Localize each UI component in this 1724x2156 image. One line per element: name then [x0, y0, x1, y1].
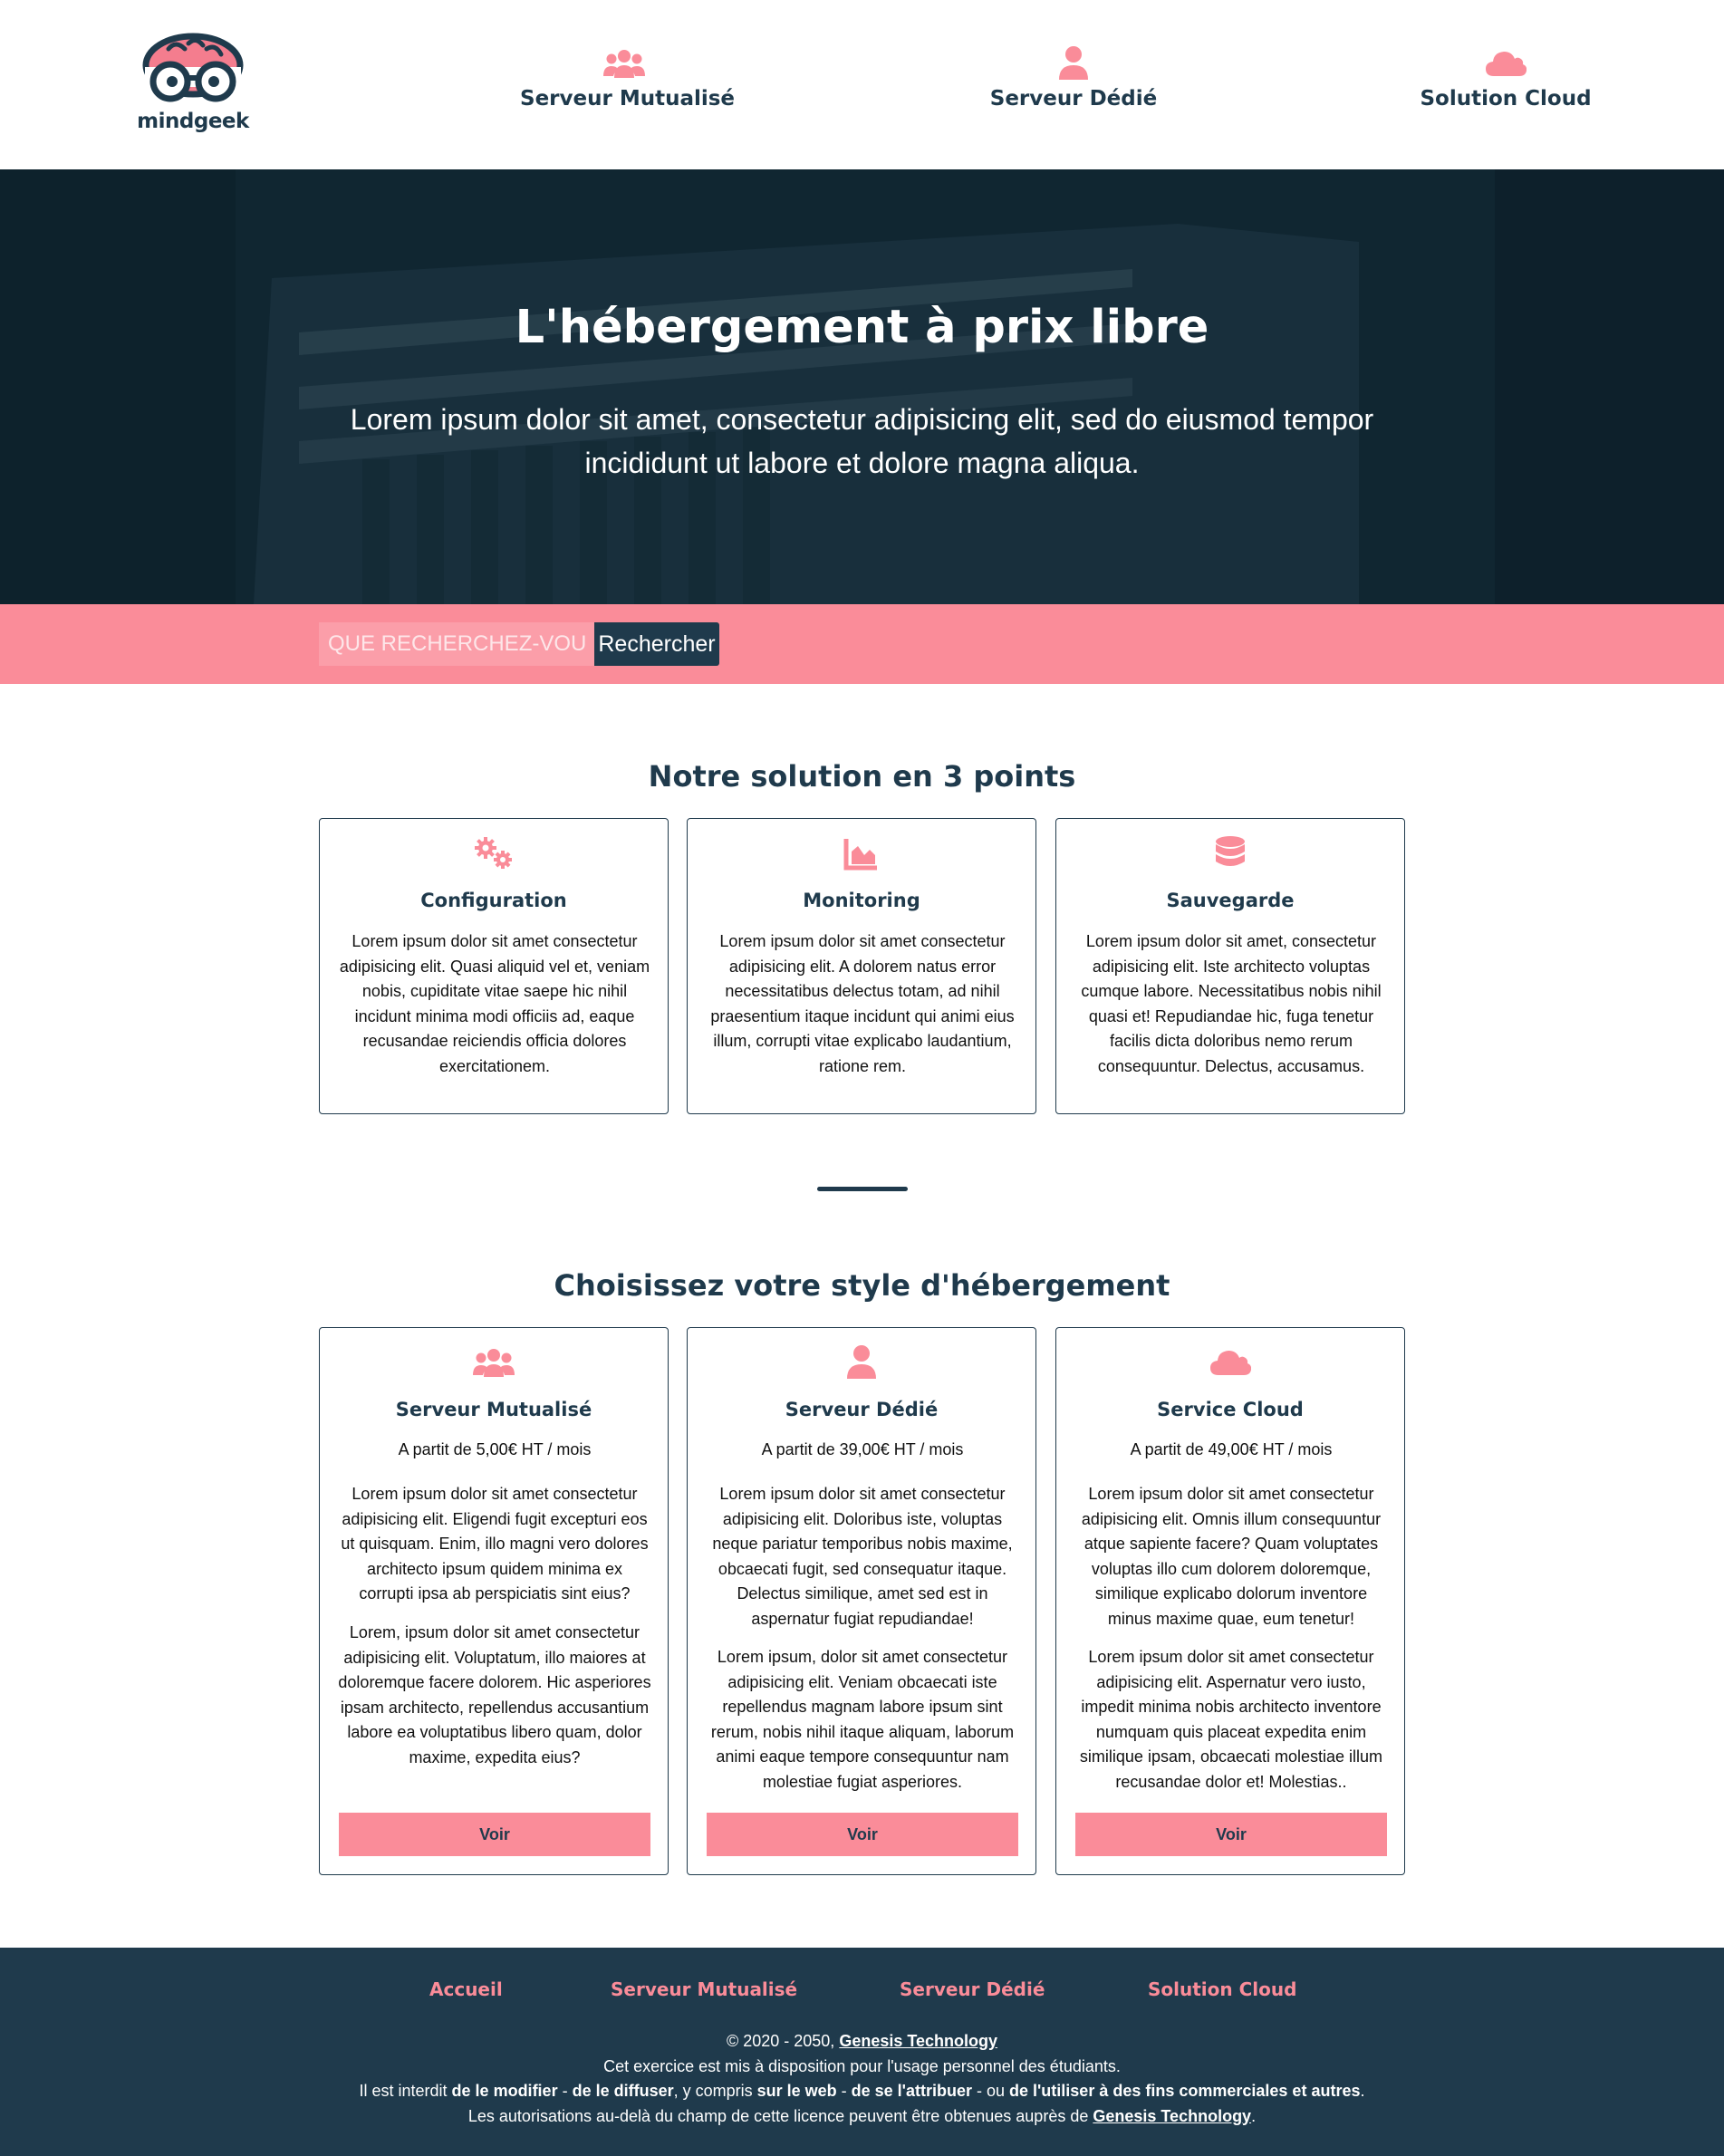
card-paragraph: Lorem ipsum, dolor sit amet consectetur …: [710, 1648, 1015, 1791]
offers-title: Choisissez votre style d'hébergement: [554, 1268, 1170, 1303]
footer-copyright: © 2020 - 2050, Genesis Technology: [0, 2029, 1724, 2055]
card-price: A partit de 49,00€ HT / mois: [1130, 1440, 1333, 1458]
restriction-bold: de le diffuser: [572, 2082, 674, 2100]
card-paragraph: Lorem, ipsum dolor sit amet consectetur …: [338, 1623, 651, 1766]
site-footer: Accueil Serveur Mutualisé Serveur Dédié …: [0, 1948, 1724, 2156]
server-rack-background: [0, 169, 1724, 604]
feature-card-sauvegarde: Sauvegarde Lorem ipsum dolor sit amet, c…: [1055, 818, 1405, 1114]
card-price: A partit de 5,00€ HT / mois: [398, 1440, 592, 1458]
restriction-text: -: [836, 2082, 852, 2100]
nav-item-solution-cloud[interactable]: Solution Cloud: [1401, 45, 1610, 111]
footer-link-serveur-mutualise[interactable]: Serveur Mutualisé: [611, 1978, 797, 2000]
chart-area-icon: [688, 835, 1035, 871]
license-text: .: [1251, 2106, 1257, 2125]
card-paragraph: Lorem ipsum dolor sit amet consectetur a…: [341, 1485, 649, 1603]
users-icon: [320, 1344, 668, 1381]
gears-icon: [320, 835, 668, 871]
footer-link-serveur-dedie[interactable]: Serveur Dédié: [900, 1978, 1045, 2000]
cloud-icon: [1056, 1344, 1404, 1381]
card-title: Sauvegarde: [1166, 890, 1295, 911]
features-title: Notre solution en 3 points: [648, 759, 1076, 794]
logo[interactable]: mindgeek: [132, 25, 254, 136]
restriction-text: .: [1360, 2082, 1365, 2100]
card-title: Serveur Dédié: [785, 1399, 939, 1420]
card-text: Lorem ipsum dolor sit amet, consectetur …: [1081, 932, 1382, 1075]
card-paragraph: Lorem ipsum dolor sit amet consectetur a…: [1081, 1485, 1382, 1628]
feature-card-configuration: Configuration Lorem ipsum dolor sit amet…: [319, 818, 669, 1114]
footer-link-accueil[interactable]: Accueil: [429, 1978, 503, 2000]
offer-card-dedie: Serveur Dédié A partit de 39,00€ HT / mo…: [687, 1327, 1036, 1875]
hero-banner: L'hébergement à prix libre Lorem ipsum d…: [0, 169, 1724, 604]
logo-wordmark: mindgeek: [137, 110, 249, 133]
card-paragraph: Lorem ipsum dolor sit amet consectetur a…: [712, 1485, 1013, 1628]
restriction-text: , y compris: [673, 2082, 757, 2100]
card-title: Service Cloud: [1157, 1399, 1304, 1420]
card-text: Lorem ipsum dolor sit amet consectetur a…: [710, 932, 1015, 1075]
restriction-bold: de l'utiliser à des fins commerciales et…: [1009, 2082, 1361, 2100]
restriction-bold: sur le web: [756, 2082, 837, 2100]
nav-item-label: Serveur Dédié: [989, 87, 1158, 111]
company-link[interactable]: Genesis Technology: [1093, 2107, 1251, 2125]
nav-item-serveur-mutualise[interactable]: Serveur Mutualisé: [520, 45, 735, 111]
footer-license: Les autorisations au-delà du champ de ce…: [0, 2104, 1724, 2130]
company-link[interactable]: Genesis Technology: [839, 2032, 997, 2050]
users-icon: [520, 45, 728, 82]
section-divider: [817, 1187, 908, 1191]
feature-card-monitoring: Monitoring Lorem ipsum dolor sit amet co…: [687, 818, 1036, 1114]
site-header: mindgeek Serveur Mutualisé Serveur Dédié: [0, 0, 1724, 169]
search-bar: Rechercher: [0, 604, 1724, 684]
offer-card-mutualise: Serveur Mutualisé A partit de 5,00€ HT /…: [319, 1327, 669, 1875]
voir-button[interactable]: Voir: [339, 1813, 650, 1856]
nav-item-serveur-dedie[interactable]: Serveur Dédié: [969, 45, 1178, 111]
search-input[interactable]: [319, 622, 594, 666]
card-title: Configuration: [420, 890, 567, 911]
card-paragraph: Lorem ipsum dolor sit amet consectetur a…: [1079, 1648, 1383, 1791]
card-title: Serveur Mutualisé: [395, 1399, 592, 1420]
hero-title: L'hébergement à prix libre: [515, 301, 1209, 354]
user-icon: [688, 1344, 1035, 1381]
restriction-text: - ou: [971, 2082, 1010, 2100]
restriction-bold: de se l'attribuer: [851, 2082, 972, 2100]
copyright-text: © 2020 - 2050,: [726, 2032, 840, 2050]
card-title: Monitoring: [803, 890, 920, 911]
footer-notice: Cet exercice est mis à disposition pour …: [603, 2056, 1121, 2075]
card-text: Lorem ipsum dolor sit amet consectetur a…: [339, 932, 650, 1075]
voir-button[interactable]: Voir: [1075, 1813, 1387, 1856]
restriction-text: Il est interdit: [359, 2082, 452, 2100]
restriction-bold: de le modifier: [451, 2082, 558, 2100]
brain-glasses-icon: [142, 33, 244, 102]
card-price: A partit de 39,00€ HT / mois: [761, 1440, 964, 1458]
restriction-text: -: [557, 2082, 573, 2100]
footer-restrictions: Il est interdit de le modifier - de le d…: [0, 2079, 1724, 2104]
license-text: Les autorisations au-delà du champ de ce…: [467, 2106, 1093, 2125]
footer-legal: © 2020 - 2050, Genesis Technology Cet ex…: [0, 2029, 1724, 2129]
footer-link-solution-cloud[interactable]: Solution Cloud: [1148, 1978, 1296, 2000]
user-icon: [969, 45, 1178, 82]
cloud-icon: [1401, 45, 1610, 82]
voir-button[interactable]: Voir: [707, 1813, 1018, 1856]
search-button[interactable]: Rechercher: [594, 622, 719, 666]
nav-item-label: Solution Cloud: [1420, 87, 1592, 111]
database-icon: [1056, 835, 1404, 871]
hero-subtitle: Lorem ipsum dolor sit amet, consectetur …: [350, 403, 1374, 479]
nav-item-label: Serveur Mutualisé: [520, 87, 736, 111]
offer-card-cloud: Service Cloud A partit de 49,00€ HT / mo…: [1055, 1327, 1405, 1875]
